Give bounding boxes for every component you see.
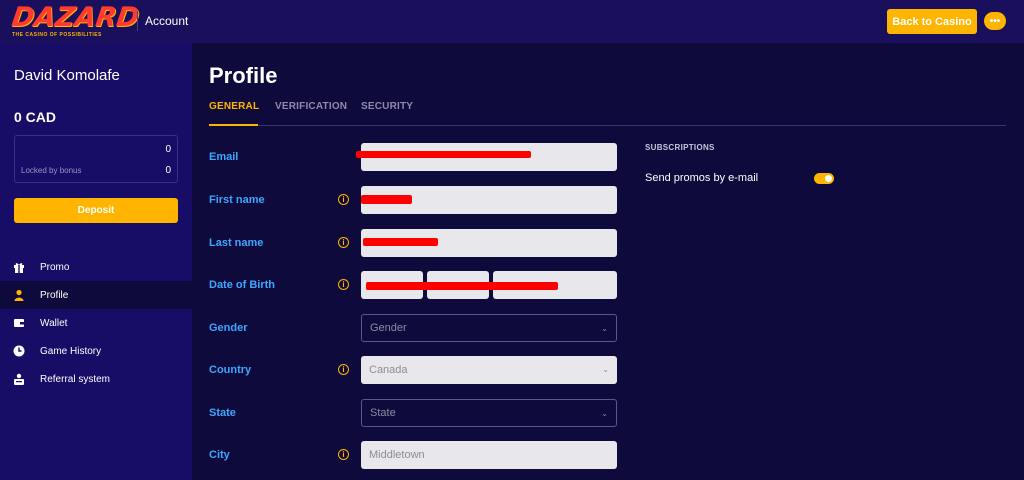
send-promos-toggle[interactable] — [814, 173, 834, 184]
chevron-down-icon: ⌄ — [601, 409, 608, 418]
profile-tabs: GENERAL VERIFICATION SECURITY — [209, 100, 1006, 126]
back-to-casino-button[interactable]: Back to Casino — [887, 9, 977, 34]
logo-text: DAZARD — [9, 2, 142, 33]
send-promos-label: Send promos by e-mail — [645, 172, 759, 184]
chevron-down-icon: ⌄ — [602, 365, 609, 374]
user-name: David Komolafe — [14, 67, 120, 84]
header-title: Account — [145, 14, 189, 28]
active-tab-indicator — [209, 124, 258, 126]
info-icon[interactable]: i — [338, 364, 349, 375]
country-row: Country i Canada ⌄ — [209, 356, 617, 384]
email-row: Email — [209, 143, 617, 171]
city-row: City i Middletown — [209, 441, 617, 469]
email-label: Email — [209, 151, 239, 163]
redaction-mark — [361, 195, 412, 204]
referral-icon — [14, 373, 24, 385]
sidebar-nav: Promo Profile Wallet Game History Referr… — [0, 253, 192, 393]
sidebar: David Komolafe 0 CAD 0 Locked by bonus 0… — [0, 43, 192, 480]
sidebar-item-referral-system[interactable]: Referral system — [0, 365, 192, 393]
last-name-label: Last name — [209, 237, 264, 249]
tab-verification[interactable]: VERIFICATION — [275, 101, 347, 112]
sidebar-item-label: Game History — [40, 345, 102, 357]
gender-label: Gender — [209, 322, 248, 334]
subscriptions-title: SUBSCRIPTIONS — [645, 143, 715, 152]
more-options-button[interactable]: ••• — [984, 12, 1006, 30]
city-label: City — [209, 449, 230, 461]
sidebar-item-label: Referral system — [40, 373, 111, 385]
bonus-value: 0 — [165, 144, 171, 155]
sidebar-item-profile[interactable]: Profile — [0, 281, 192, 309]
clock-icon — [13, 345, 25, 357]
sidebar-item-label: Promo — [40, 261, 70, 273]
city-field[interactable]: Middletown — [361, 441, 617, 469]
info-icon[interactable]: i — [338, 237, 349, 248]
dob-label: Date of Birth — [209, 279, 275, 291]
gender-row: Gender Gender ⌄ — [209, 314, 617, 342]
city-field-value: Middletown — [369, 449, 425, 461]
logo-tagline: THE CASINO OF POSSIBILITIES — [12, 32, 102, 38]
toggle-knob — [825, 175, 832, 182]
country-label: Country — [209, 364, 252, 376]
chevron-down-icon: ⌄ — [601, 324, 608, 333]
main-content: Profile GENERAL VERIFICATION SECURITY Em… — [192, 43, 1024, 480]
state-label: State — [209, 407, 236, 419]
user-icon — [14, 289, 24, 301]
sidebar-item-label: Wallet — [40, 317, 68, 329]
gender-select-value: Gender — [370, 322, 407, 334]
deposit-button[interactable]: Deposit — [14, 198, 178, 223]
gift-icon — [14, 263, 24, 273]
balance: 0 CAD — [14, 109, 57, 125]
sidebar-item-wallet[interactable]: Wallet — [0, 309, 192, 337]
redaction-mark — [366, 282, 558, 290]
dazard-logo[interactable]: DAZARD THE CASINO OF POSSIBILITIES — [8, 2, 141, 42]
top-bar: DAZARD THE CASINO OF POSSIBILITIES Accou… — [0, 0, 1024, 43]
page-title: Profile — [209, 63, 278, 88]
dob-row: Date of Birth i — [209, 271, 617, 299]
wallet-icon — [14, 319, 24, 327]
gender-select[interactable]: Gender ⌄ — [361, 314, 617, 342]
locked-by-bonus-label: Locked by bonus — [21, 166, 82, 175]
sidebar-item-label: Profile — [40, 289, 69, 301]
sidebar-item-promo[interactable]: Promo — [0, 253, 192, 281]
redaction-mark — [363, 238, 438, 246]
state-select[interactable]: State ⌄ — [361, 399, 617, 427]
redaction-mark — [356, 151, 531, 158]
first-name-label: First name — [209, 194, 265, 206]
state-row: State State ⌄ — [209, 399, 617, 427]
sidebar-item-game-history[interactable]: Game History — [0, 337, 192, 365]
info-icon[interactable]: i — [338, 194, 349, 205]
header-divider — [137, 11, 138, 31]
bonus-box: 0 Locked by bonus 0 — [14, 135, 178, 183]
first-name-row: First name i — [209, 186, 617, 214]
state-select-value: State — [370, 407, 396, 419]
last-name-row: Last name i — [209, 229, 617, 257]
tab-general[interactable]: GENERAL — [209, 101, 259, 112]
country-select[interactable]: Canada ⌄ — [361, 356, 617, 384]
tab-security[interactable]: SECURITY — [361, 101, 413, 112]
info-icon[interactable]: i — [338, 449, 349, 460]
locked-by-bonus-value: 0 — [165, 165, 171, 176]
info-icon[interactable]: i — [338, 279, 349, 290]
country-select-value: Canada — [369, 364, 408, 376]
